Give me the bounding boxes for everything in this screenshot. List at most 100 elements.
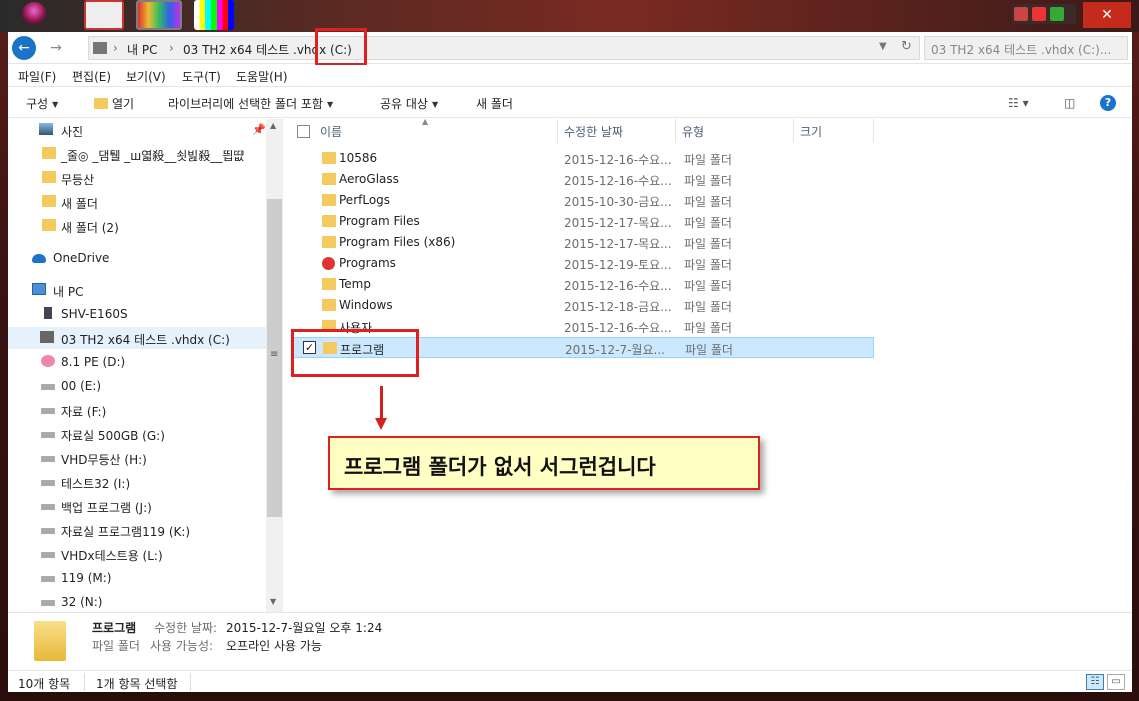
file-name: AeroGlass [339, 172, 399, 186]
file-row[interactable]: Programs 2015-12-19-토요... 파일 폴더 [292, 253, 874, 274]
column-header-name[interactable]: 이름 [314, 119, 558, 143]
menu-help[interactable]: 도움말(H) [236, 68, 288, 85]
drive-icon [41, 528, 55, 534]
sidebar-item-drive-m[interactable]: 119 (M:) [8, 567, 266, 589]
file-date: 2015-12-17-목요... [564, 237, 672, 251]
sidebar-item-drive-i[interactable]: 테스트32 (I:) [8, 471, 266, 493]
details-modified-value: 2015-12-7-월요일 오후 1:24 [226, 621, 383, 635]
sidebar-item-phone[interactable]: SHV-E160S [8, 303, 266, 325]
tray-icon[interactable] [1032, 7, 1046, 21]
chevron-down-icon: ▼ [326, 100, 334, 109]
folder-icon [322, 278, 336, 290]
open-button[interactable]: 열기 [94, 95, 134, 112]
sidebar-item-label: 자료실 500GB (G:) [61, 429, 165, 443]
command-toolbar: 구성 ▼ 열기 라이브러리에 선택한 폴더 포함 ▼ 공유 대상 ▼ 새 폴더 ☷ ▾… [8, 88, 1132, 118]
sidebar-item-label: 백업 프로그램 (J:) [61, 501, 152, 515]
scroll-up-icon[interactable]: ▲ [270, 121, 276, 130]
sidebar-item-folder[interactable]: 무등산 [8, 167, 266, 189]
drive-icon [41, 480, 55, 486]
annotation-highlight-box [315, 28, 367, 66]
file-row[interactable]: AeroGlass 2015-12-16-수요... 파일 폴더 [292, 169, 874, 190]
organize-button[interactable]: 구성 ▼ [26, 95, 58, 112]
divider [190, 673, 191, 691]
file-date: 2015-12-19-토요... [564, 258, 672, 272]
drive-icon [41, 600, 55, 606]
file-row[interactable]: Program Files (x86) 2015-12-17-목요... 파일 … [292, 232, 874, 253]
chevron-down-icon[interactable]: ▼ [879, 41, 887, 52]
sidebar-item-this-pc[interactable]: 내 PC [8, 279, 266, 301]
file-row[interactable]: PerfLogs 2015-10-30-금요... 파일 폴더 [292, 190, 874, 211]
close-button[interactable]: ✕ [1083, 2, 1131, 28]
large-icons-view-toggle-icon[interactable]: ▭ [1107, 674, 1125, 690]
chevron-down-icon: ▼ [431, 100, 439, 109]
sidebar-item-photos[interactable]: 사진 📌 [8, 119, 266, 141]
sidebar-scrollbar[interactable]: ▲ ▼ [266, 119, 283, 612]
forward-arrow-icon[interactable]: → [44, 36, 68, 60]
details-view-icon[interactable]: ☷ ▾ [1008, 96, 1029, 110]
pe-drive-icon [41, 355, 55, 367]
search-input[interactable]: 03 TH2 x64 테스트 .vhdx (C:)... [924, 36, 1128, 60]
tray-icon[interactable] [1050, 7, 1064, 21]
details-availability-value: 오프라인 사용 가능 [226, 639, 322, 653]
menu-file[interactable]: 파일(F) [18, 68, 56, 85]
back-arrow-icon[interactable]: ← [12, 36, 36, 60]
sidebar-item-label: _줄◎ _댐퉬 _ш엷殺__쇳빒殺__띕땺 [61, 149, 245, 163]
folder-icon [42, 147, 56, 159]
select-all-checkbox[interactable] [297, 125, 310, 138]
navigation-pane: 사진 📌 _줄◎ _댐퉬 _ш엷殺__쇳빒殺__띕땺 무등산 새 폴더 새 폴더… [8, 119, 283, 612]
column-header-size[interactable]: 크기 [794, 119, 874, 143]
sidebar-item-drive-n[interactable]: 32 (N:) [8, 591, 266, 612]
sidebar-item-label: SHV-E160S [61, 307, 128, 321]
pane-resize-grip[interactable]: ≡ [270, 349, 278, 360]
details-view-toggle-icon[interactable]: ☷ [1086, 674, 1104, 690]
file-name: Program Files [339, 214, 420, 228]
breadcrumb-separator: › [169, 41, 174, 55]
file-row[interactable]: Program Files 2015-12-17-목요... 파일 폴더 [292, 211, 874, 232]
sidebar-item-folder[interactable]: 새 폴더 [8, 191, 266, 213]
breadcrumb-my-pc[interactable]: 내 PC [127, 41, 157, 58]
tray-icon[interactable] [1014, 7, 1028, 21]
sidebar-item-drive-f[interactable]: 자료 (F:) [8, 399, 266, 421]
sidebar-item-drive-l[interactable]: VHDx테스트용 (L:) [8, 543, 266, 565]
sidebar-item-drive-d[interactable]: 8.1 PE (D:) [8, 351, 266, 373]
sidebar-item-drive-k[interactable]: 자료실 프로그램119 (K:) [8, 519, 266, 541]
sidebar-item-drive-e[interactable]: 00 (E:) [8, 375, 266, 397]
sidebar-item-label: 테스트32 (I:) [61, 477, 131, 491]
include-in-library-button[interactable]: 라이브러리에 선택한 폴더 포함 ▼ [168, 95, 333, 112]
address-bar[interactable]: › 내 PC › 03 TH2 x64 테스트 .vhdx (C:) ▼ ↻ [88, 36, 920, 60]
file-row[interactable]: Windows 2015-12-18-금요... 파일 폴더 [292, 295, 874, 316]
help-icon[interactable]: ? [1100, 95, 1116, 111]
preview-pane-icon[interactable]: ◫ [1064, 96, 1075, 110]
sidebar-item-onedrive[interactable]: OneDrive [8, 247, 266, 269]
share-with-button[interactable]: 공유 대상 ▼ [380, 95, 438, 112]
file-type: 파일 폴더 [684, 279, 732, 293]
new-folder-button[interactable]: 새 폴더 [476, 95, 513, 112]
menu-view[interactable]: 보기(V) [126, 68, 166, 85]
sidebar-item-label: 00 (E:) [61, 379, 102, 393]
column-header-type[interactable]: 유형 [676, 119, 794, 143]
sidebar-item-label: 119 (M:) [61, 571, 112, 585]
drive-icon [41, 408, 55, 414]
sidebar-item-label: 8.1 PE (D:) [61, 355, 126, 369]
folder-icon [322, 152, 336, 164]
menu-tools[interactable]: 도구(T) [182, 68, 221, 85]
sidebar-item-drive-h[interactable]: VHD무등산 (H:) [8, 447, 266, 469]
file-row[interactable]: Temp 2015-12-16-수요... 파일 폴더 [292, 274, 874, 295]
details-type: 파일 폴더 [92, 639, 140, 653]
menu-edit[interactable]: 편집(E) [72, 68, 111, 85]
file-type: 파일 폴더 [684, 174, 732, 188]
file-type: 파일 폴더 [684, 153, 732, 167]
file-row[interactable]: 10586 2015-12-16-수요... 파일 폴더 [292, 148, 874, 169]
sidebar-item-drive-j[interactable]: 백업 프로그램 (J:) [8, 495, 266, 517]
sidebar-item-folder[interactable]: _줄◎ _댐퉬 _ш엷殺__쇳빒殺__띕땺 [8, 143, 266, 165]
scroll-down-icon[interactable]: ▼ [270, 597, 276, 606]
include-library-label: 라이브러리에 선택한 폴더 포함 [168, 97, 323, 111]
sidebar-item-drive-c[interactable]: 03 TH2 x64 테스트 .vhdx (C:) [8, 327, 266, 349]
column-header-modified[interactable]: 수정한 날짜 [558, 119, 676, 143]
sidebar-item-drive-g[interactable]: 자료실 500GB (G:) [8, 423, 266, 445]
refresh-icon[interactable]: ↻ [901, 39, 912, 54]
pc-icon [32, 283, 46, 295]
sidebar-item-folder[interactable]: 새 폴더 (2) [8, 215, 266, 237]
pin-icon[interactable]: 📌 [252, 123, 266, 136]
title-bar: ✕ [0, 0, 1139, 32]
